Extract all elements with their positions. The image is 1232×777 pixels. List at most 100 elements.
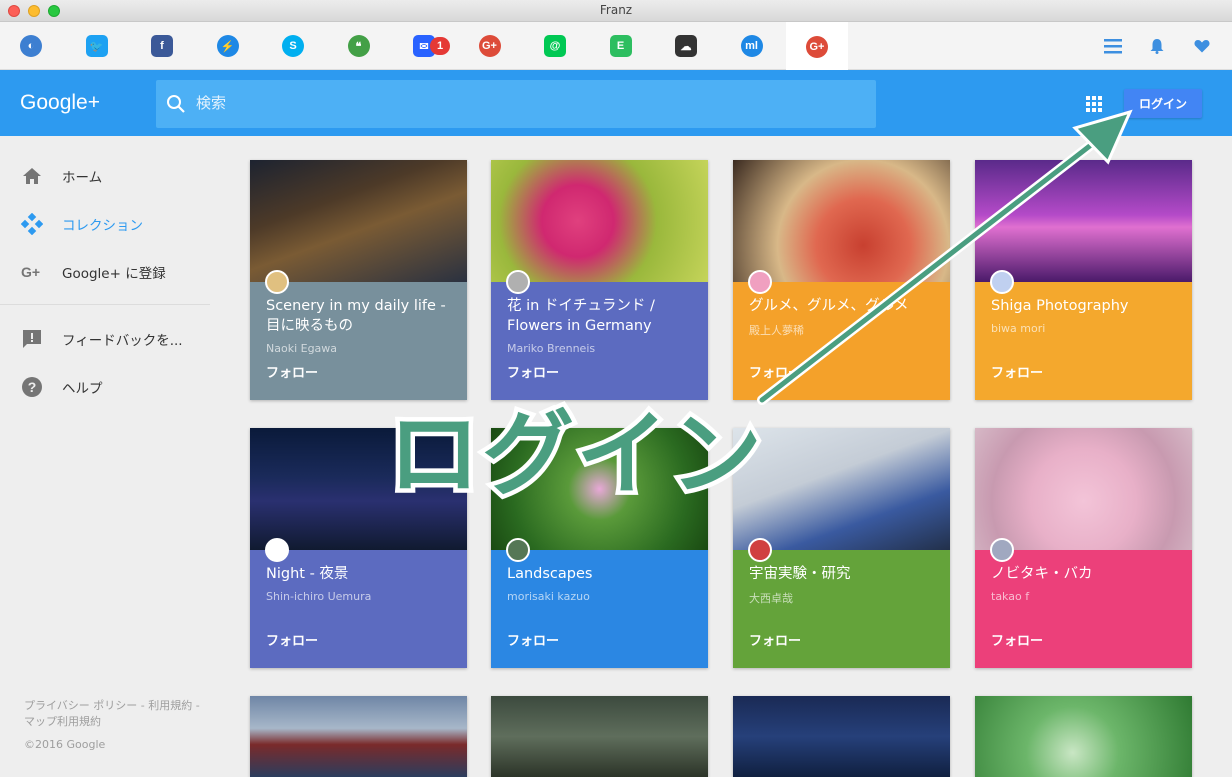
- service-tab[interactable]: G+: [459, 22, 521, 70]
- apps-grid-icon[interactable]: [1086, 96, 1102, 112]
- service-tab[interactable]: S: [262, 22, 324, 70]
- login-button[interactable]: ログイン: [1124, 89, 1202, 118]
- card-image: [250, 696, 467, 777]
- footer-links[interactable]: プライバシー ポリシー - 利用規約 - マップ利用規約: [24, 698, 209, 730]
- search-bar[interactable]: [156, 80, 876, 128]
- sidebar-item-home[interactable]: ホーム: [0, 156, 225, 196]
- card-title: 宇宙実験・研究: [749, 566, 851, 582]
- card-author: takao f: [991, 590, 1030, 603]
- follow-button[interactable]: フォロー: [507, 630, 559, 649]
- collection-card-partial[interactable]: [491, 696, 708, 777]
- sidebar-item-label: コレクション: [62, 218, 143, 234]
- avatar[interactable]: [990, 270, 1014, 294]
- collection-card[interactable]: 宇宙実験・研究 大西卓哉フォロー: [733, 428, 950, 668]
- heart-icon[interactable]: [1192, 36, 1212, 56]
- collection-card[interactable]: 花 in ドイチュランド / Flowers in Germany Mariko …: [491, 160, 708, 400]
- avatar[interactable]: [506, 538, 530, 562]
- collection-card[interactable]: ノビタキ・バカ takao f フォロー: [975, 428, 1192, 668]
- avatar[interactable]: [748, 270, 772, 294]
- gplus-header: Google+ ログイン: [0, 70, 1232, 136]
- card-author: 大西卓哉: [749, 592, 793, 605]
- follow-button[interactable]: フォロー: [266, 630, 318, 649]
- card-title: Shiga Photography: [991, 298, 1129, 314]
- follow-button[interactable]: フォロー: [749, 630, 801, 649]
- card-body: ノビタキ・バカ takao f フォロー: [975, 538, 1192, 668]
- service-tab[interactable]: @: [524, 22, 586, 70]
- service-tab[interactable]: ☁: [655, 22, 717, 70]
- card-author: 殿上人夢稀: [749, 324, 804, 337]
- sidebar-item-collections[interactable]: コレクション: [0, 204, 225, 244]
- sidebar-item-label: Google+ に登録: [62, 266, 166, 282]
- card-author: morisaki kazuo: [507, 590, 590, 603]
- service-tab[interactable]: ❝: [328, 22, 390, 70]
- card-image: [491, 428, 708, 550]
- card-body: Night - 夜景 Shin-ichiro Uemura フォロー: [250, 538, 467, 668]
- feedback-icon: [23, 330, 41, 348]
- collection-card-partial[interactable]: [250, 696, 467, 777]
- card-image: [491, 160, 708, 282]
- service-bar: ◐ 🐦 f ⚡ S ❝ ✉ 1 G+ @ E ☁ ml G+: [0, 22, 1232, 71]
- card-body: Shiga Photography biwa mori フォロー: [975, 270, 1192, 400]
- card-author: Mariko Brenneis: [507, 342, 596, 355]
- sidebar-item-signup[interactable]: G+ Google+ に登録: [0, 252, 225, 292]
- card-body: 宇宙実験・研究 大西卓哉フォロー: [733, 538, 950, 668]
- card-image: [250, 428, 467, 550]
- sidebar-divider: [0, 304, 210, 305]
- follow-button[interactable]: フォロー: [991, 630, 1043, 649]
- svg-text:?: ?: [28, 379, 37, 395]
- collection-card[interactable]: Shiga Photography biwa mori フォロー: [975, 160, 1192, 400]
- collection-card[interactable]: Landscapes morisaki kazuo フォロー: [491, 428, 708, 668]
- follow-button[interactable]: フォロー: [507, 362, 559, 381]
- window-title: Franz: [599, 3, 633, 17]
- card-body: 花 in ドイチュランド / Flowers in Germany Mariko …: [491, 270, 708, 400]
- follow-button[interactable]: フォロー: [749, 362, 801, 381]
- collections-icon: [21, 213, 43, 235]
- card-image: [733, 696, 950, 777]
- service-tab[interactable]: ml: [721, 22, 783, 70]
- google-plus-icon: G+: [478, 35, 501, 57]
- sidebar-item-label: ヘルプ: [62, 381, 103, 397]
- service-tab[interactable]: ⚡: [197, 22, 259, 70]
- copyright: ©2016 Google: [24, 738, 106, 751]
- menu-icon[interactable]: [1103, 36, 1123, 56]
- collection-card-partial[interactable]: [733, 696, 950, 777]
- avatar[interactable]: [748, 538, 772, 562]
- card-author: biwa mori: [991, 322, 1046, 335]
- icloud-icon: ☁: [675, 35, 697, 57]
- avatar[interactable]: [506, 270, 530, 294]
- title-bar: Franz: [0, 0, 1232, 22]
- card-title: Night - 夜景: [266, 566, 349, 582]
- service-tab[interactable]: ◐: [0, 22, 62, 70]
- collection-card-partial[interactable]: [975, 696, 1192, 777]
- card-title: Scenery in my daily life - 目に映るもの: [266, 298, 446, 334]
- search-input[interactable]: [196, 94, 856, 112]
- service-tab[interactable]: ✉ 1: [393, 22, 455, 70]
- follow-button[interactable]: フォロー: [266, 362, 318, 381]
- twitter-icon: 🐦: [85, 35, 108, 57]
- service-tab[interactable]: 🐦: [66, 22, 128, 70]
- home-icon: [23, 168, 41, 184]
- service-tab[interactable]: f: [131, 22, 193, 70]
- card-image: [733, 428, 950, 550]
- facebook-icon: f: [151, 35, 173, 57]
- gplus-small-icon: G+: [21, 264, 41, 280]
- card-image: [975, 696, 1192, 777]
- sidebar-item-feedback[interactable]: フィードバックを...: [0, 319, 225, 359]
- card-body: Scenery in my daily life - 目に映るもの Naoki E…: [250, 270, 467, 400]
- sidebar-item-label: フィードバックを...: [62, 333, 183, 349]
- bell-icon[interactable]: [1147, 36, 1167, 56]
- avatar[interactable]: [265, 538, 289, 562]
- service-tab[interactable]: E: [590, 22, 652, 70]
- gplus-logo[interactable]: Google+: [20, 91, 100, 115]
- collection-card[interactable]: Night - 夜景 Shin-ichiro Uemura フォロー: [250, 428, 467, 668]
- collection-card[interactable]: グルメ、グルメ、グルメ 殿上人夢稀 フォロー: [733, 160, 950, 400]
- sidebar-item-help[interactable]: ? ヘルプ: [0, 367, 225, 407]
- avatar[interactable]: [265, 270, 289, 294]
- avatar[interactable]: [990, 538, 1014, 562]
- follow-button[interactable]: フォロー: [991, 362, 1043, 381]
- collection-card[interactable]: Scenery in my daily life - 目に映るもの Naoki E…: [250, 160, 467, 400]
- search-icon: [167, 95, 185, 113]
- service-tab[interactable]: G+: [786, 22, 848, 71]
- hangouts-icon: ❝: [347, 35, 370, 57]
- card-image: [491, 696, 708, 777]
